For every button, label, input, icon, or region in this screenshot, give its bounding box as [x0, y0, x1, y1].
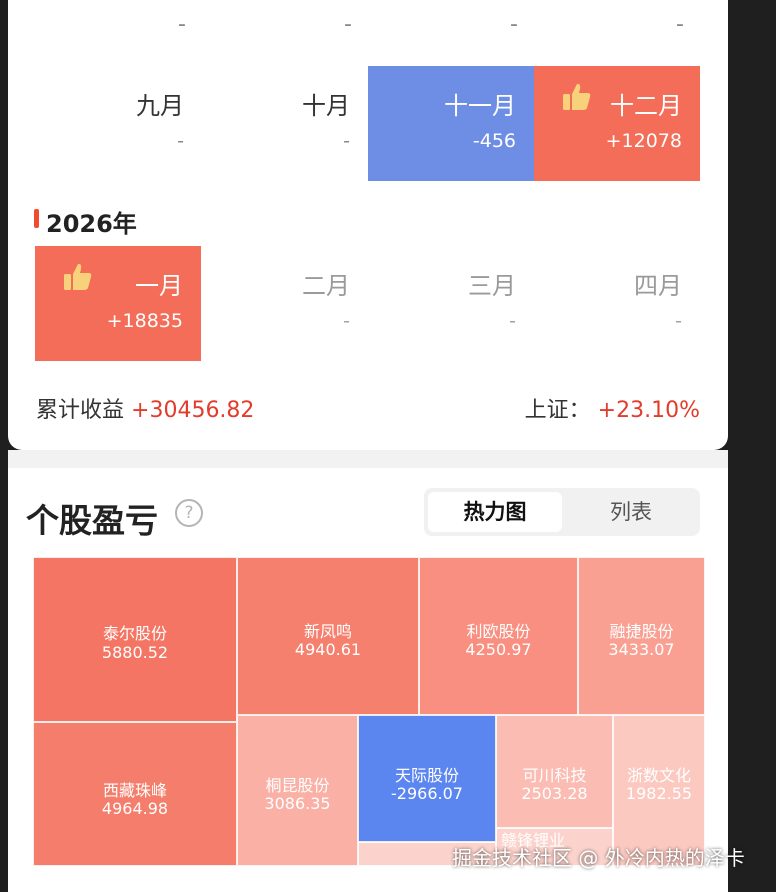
stock-value: -2966.07 — [391, 784, 463, 803]
month-cell-october[interactable]: 十月 - — [202, 66, 368, 181]
month-label: 十月 — [302, 92, 350, 120]
index-value: +23.10% — [597, 398, 700, 423]
stock-name: 浙数文化 — [626, 766, 691, 785]
month-cell-january[interactable]: 一月 +18835 — [35, 246, 201, 361]
month-label: 三月 — [468, 272, 516, 300]
index-return: 上证： +23.10% — [525, 392, 700, 424]
thumbs-up-icon — [64, 263, 92, 290]
year-heading: 2026年 — [34, 204, 137, 239]
cumulative-label: 累计收益 — [36, 398, 125, 423]
month-label: 十一月 — [444, 92, 516, 120]
stock-name: 可川科技 — [522, 766, 587, 785]
heatmap-tile[interactable]: 利欧股份 4250.97 — [419, 557, 578, 715]
month-label: 二月 — [302, 272, 350, 300]
stock-value: 5880.52 — [101, 643, 169, 662]
heatmap-tile[interactable]: 天际股份 -2966.07 — [358, 715, 496, 842]
stock-value: 2503.28 — [521, 784, 588, 803]
tab-list[interactable]: 列表 — [564, 492, 698, 532]
placeholder-value: - — [676, 12, 684, 37]
placeholder-value: - — [344, 12, 352, 37]
stock-name: 利欧股份 — [466, 622, 531, 641]
cumulative-value: +30456.82 — [131, 398, 255, 423]
section-divider — [8, 450, 728, 468]
index-label: 上证： — [524, 398, 591, 423]
heatmap-tile[interactable]: 泰尔股份 5880.52 — [33, 557, 237, 722]
stock-value: 4964.98 — [101, 799, 169, 818]
monthly-returns-card: - - - - 九月 - 十月 - 十一月 -456 十二月 +12078 20… — [8, 0, 728, 450]
month-value: -456 — [472, 130, 516, 152]
placeholder-value: - — [510, 12, 518, 37]
month-cell-december[interactable]: 十二月 +12078 — [534, 66, 700, 181]
month-value: +12078 — [605, 130, 682, 152]
month-value: - — [343, 130, 350, 152]
heatmap-tile[interactable]: 新凤鸣 4940.61 — [237, 557, 419, 715]
question-circle-icon[interactable]: ? — [175, 499, 203, 527]
month-label: 四月 — [634, 272, 682, 300]
month-value: +18835 — [106, 310, 183, 332]
month-value: - — [343, 310, 350, 332]
thumbs-up-icon — [563, 83, 591, 110]
month-label: 一月 — [135, 272, 183, 300]
stock-value: 3433.07 — [608, 640, 675, 659]
month-label: 九月 — [136, 92, 184, 120]
cumulative-return: 累计收益 +30456.82 — [36, 392, 254, 424]
placeholder-value: - — [178, 12, 186, 37]
stock-name: 桐昆股份 — [265, 776, 330, 795]
heatmap-tile[interactable]: 融捷股份 3433.07 — [578, 557, 705, 715]
heatmap-tile[interactable]: 可川科技 2503.28 — [496, 715, 613, 828]
previous-row-values: - - - - — [8, 12, 728, 42]
stock-value: 4250.97 — [465, 640, 532, 659]
stock-name: 泰尔股份 — [102, 624, 167, 643]
month-cell-november[interactable]: 十一月 -456 — [368, 66, 534, 181]
view-toggle: 热力图 列表 — [424, 488, 700, 536]
stock-name: 西藏珠峰 — [102, 781, 167, 800]
month-cell-september[interactable]: 九月 - — [36, 66, 202, 181]
month-label: 十二月 — [610, 92, 682, 120]
tab-heatmap[interactable]: 热力图 — [428, 492, 562, 532]
heatmap-tile[interactable]: 西藏珠峰 4964.98 — [33, 722, 237, 866]
stock-name: 融捷股份 — [609, 622, 674, 641]
heatmap-tile[interactable]: 桐昆股份 3086.35 — [237, 715, 358, 866]
stock-name: 新凤鸣 — [303, 622, 352, 641]
month-cell-march[interactable]: 三月 - — [368, 246, 534, 361]
month-value: - — [675, 310, 682, 332]
month-value: - — [509, 310, 516, 332]
stock-value: 4940.61 — [294, 640, 362, 659]
month-cell-april[interactable]: 四月 - — [534, 246, 700, 361]
stock-value: 1982.55 — [625, 784, 693, 803]
month-value: - — [177, 130, 184, 152]
stock-name: 天际股份 — [394, 766, 459, 785]
month-cell-february[interactable]: 二月 - — [202, 246, 368, 361]
watermark: 掘金技术社区 @ 外冷内热的泽卡 — [452, 846, 745, 870]
stock-value: 3086.35 — [264, 794, 331, 813]
section-title: 个股盈亏 — [26, 501, 158, 540]
